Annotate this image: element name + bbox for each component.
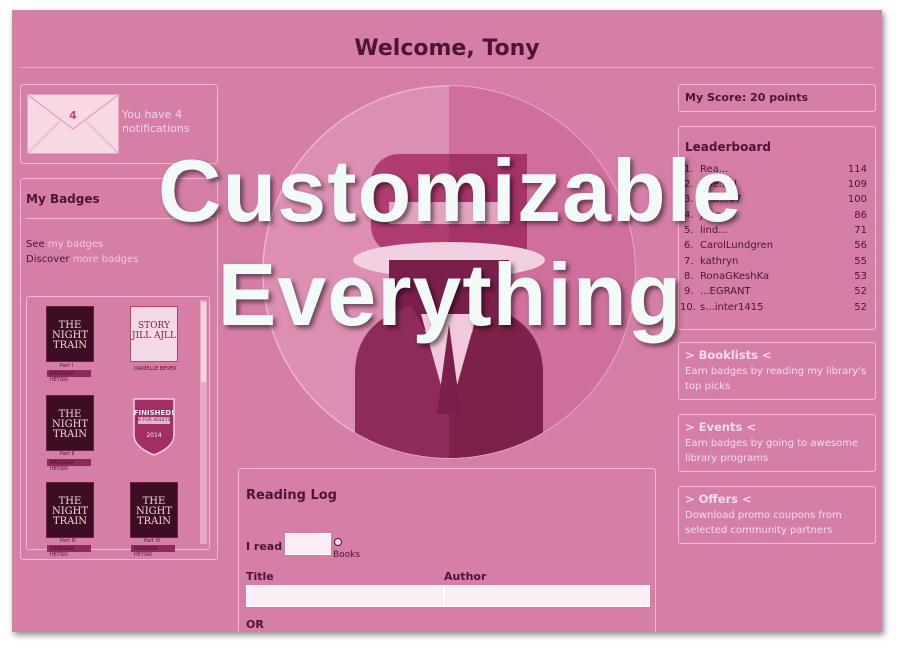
finished-shield-badge[interactable]: FINISHED! YA FOR ADULTS! 2014 bbox=[130, 395, 178, 457]
badge-night-train-3[interactable]: THE NIGHT TRAIN bbox=[46, 482, 94, 538]
badge-author: DANIELLE BEVER bbox=[134, 366, 177, 372]
books-unit-label: Books bbox=[333, 550, 361, 560]
notification-text[interactable]: You have 4 notifications bbox=[122, 108, 212, 136]
badge-title: THE NIGHT TRAIN bbox=[135, 496, 173, 527]
events-title[interactable]: > Events < bbox=[685, 420, 756, 434]
score-text: My Score: 20 points bbox=[685, 91, 809, 104]
badge-author: BARBARA HEYSKI bbox=[50, 460, 74, 472]
overlay-line-2: Everything bbox=[217, 245, 683, 344]
badge-author-strip: BARBARA HEYSKI bbox=[47, 459, 91, 472]
badge-title: THE NIGHT TRAIN bbox=[51, 409, 89, 440]
badge-part: Part II bbox=[60, 451, 75, 457]
badge-title: THE NIGHT TRAIN bbox=[51, 496, 89, 527]
events-body: Earn badges by going to awesome library … bbox=[685, 438, 859, 464]
badge-author-strip: BARBARA HEYSKI bbox=[47, 545, 91, 558]
badge-author: BARBARA HEYSKI bbox=[134, 546, 158, 558]
badge-author: BARBARA HEYSKI bbox=[50, 371, 74, 383]
badge-part: Part IV bbox=[144, 538, 161, 544]
badge-night-train-4[interactable]: THE NIGHT TRAIN bbox=[130, 482, 178, 538]
booklists-body: Earn badges by reading my library's top … bbox=[685, 366, 867, 392]
books-radio[interactable] bbox=[334, 538, 342, 546]
badge-author-strip: BARBARA HEYSKI bbox=[131, 545, 175, 558]
badge-author: BARBARA HEYSKI bbox=[50, 546, 74, 558]
offers-title[interactable]: > Offers < bbox=[685, 492, 752, 506]
page-title: Welcome, Tony bbox=[354, 36, 540, 61]
notification-count: 4 bbox=[69, 109, 77, 122]
author-label: Author bbox=[444, 570, 487, 583]
offers-body: Download promo coupons from selected com… bbox=[685, 510, 842, 536]
i-read-label: I read bbox=[246, 540, 283, 553]
badge-part: 2014 bbox=[146, 432, 162, 439]
badge-part: Part III bbox=[60, 538, 76, 544]
or-label: OR bbox=[246, 618, 264, 631]
author-input[interactable] bbox=[444, 585, 650, 607]
title-label: Title bbox=[246, 570, 274, 583]
reading-log-title: Reading Log bbox=[246, 488, 337, 503]
booklists-title[interactable]: > Booklists < bbox=[685, 348, 772, 362]
overlay-line-1: Customizable bbox=[157, 141, 743, 240]
badge-title: FINISHED! bbox=[133, 409, 175, 417]
title-input[interactable] bbox=[246, 585, 444, 607]
badge-night-train-2[interactable]: THE NIGHT TRAIN bbox=[46, 395, 94, 451]
badge-author: YA FOR ADULTS! bbox=[135, 418, 173, 423]
title-divider bbox=[20, 67, 874, 68]
badge-author-strip: BARBARA HEYSKI bbox=[47, 370, 91, 383]
badge-part: Part I bbox=[60, 363, 73, 369]
books-count-input[interactable] bbox=[285, 533, 331, 555]
